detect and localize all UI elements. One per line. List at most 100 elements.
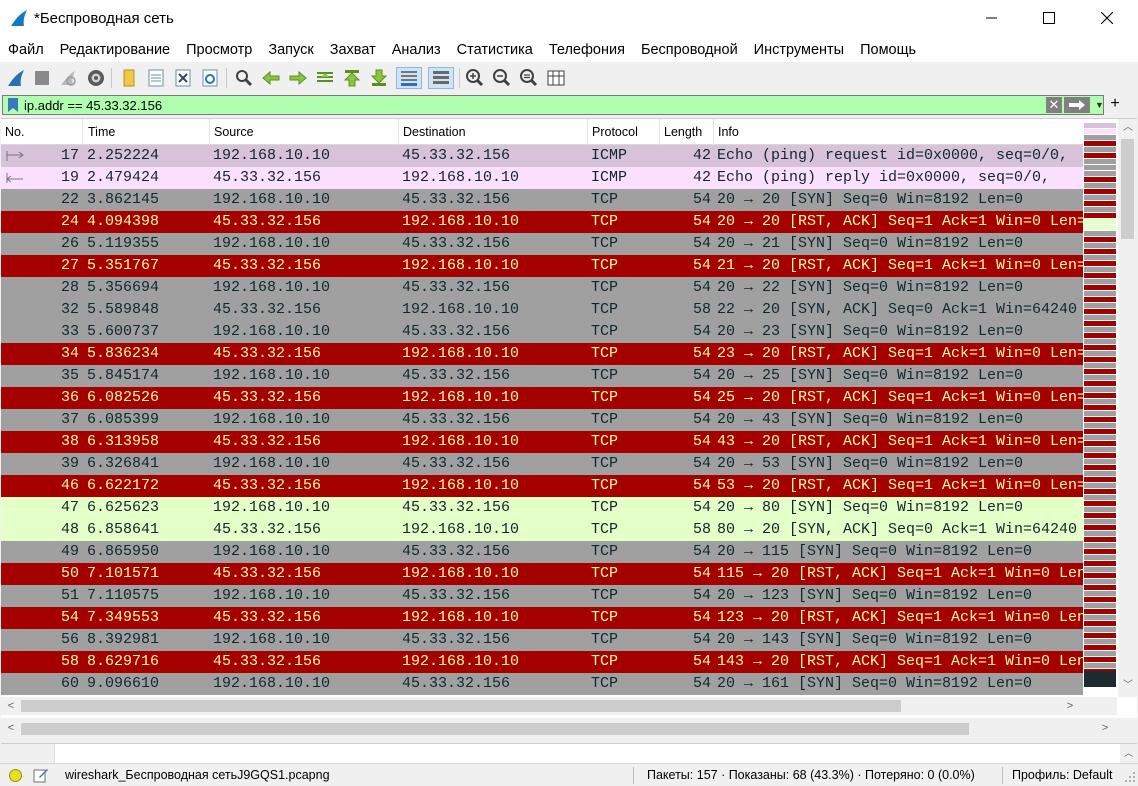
packet-bytes-pane[interactable]: ︿ [1,743,1137,763]
column-header-protocol[interactable]: Protocol [588,119,660,145]
packet-row[interactable]: 49 6.865950 192.168.10.10 45.33.32.156 TCP 54… [1,541,1083,563]
autoscroll-button[interactable] [396,67,422,89]
add-filter-button-button[interactable]: + [1108,94,1122,114]
packet-row[interactable]: 47 6.625623 192.168.10.10 45.33.32.156 TCP 54… [1,497,1083,519]
menu-statistics[interactable]: Статистика [449,38,541,62]
packet-row[interactable]: 39 6.326841 192.168.10.10 45.33.32.156 TCP 54… [1,453,1083,475]
scroll-left-icon[interactable]: < [4,699,18,713]
packet-row[interactable]: 34 5.836234 45.33.32.156 192.168.10.10 TCP 54… [1,343,1083,365]
column-header-source[interactable]: Source [210,119,399,145]
expert-info-icon[interactable] [9,769,22,782]
minimize-button[interactable] [969,0,1015,36]
menu-analyze[interactable]: Анализ [384,38,449,62]
packet-protocol: TCP [591,367,619,384]
column-header-destination[interactable]: Destination [399,119,588,145]
column-header-length[interactable]: Length [660,119,714,145]
packet-row[interactable]: 48 6.858641 45.33.32.156 192.168.10.10 TCP 58… [1,519,1083,541]
packet-row[interactable]: 32 5.589848 45.33.32.156 192.168.10.10 TCP 58… [1,299,1083,321]
packet-row[interactable]: 36 6.082526 45.33.32.156 192.168.10.10 TCP 54… [1,387,1083,409]
close-button[interactable] [1084,0,1130,36]
scroll-up-icon[interactable]: ︿ [1121,121,1135,135]
menu-help[interactable]: Помощь [852,38,924,62]
display-filter-input[interactable]: ip.addr == 45.33.32.156 ✕ ▼ [2,95,1104,115]
packet-row[interactable]: 37 6.085399 192.168.10.10 45.33.32.156 TCP 54… [1,409,1083,431]
packet-source: 45.33.32.156 [213,521,322,538]
packet-row[interactable]: 38 6.313958 45.33.32.156 192.168.10.10 TCP 54… [1,431,1083,453]
maximize-button[interactable] [1026,0,1072,36]
column-header-no[interactable]: No. [1,119,83,145]
horizontal-scroll-thumb[interactable] [21,700,901,712]
go-first-button[interactable] [341,67,363,89]
go-last-button[interactable] [368,67,390,89]
scroll-left-icon[interactable]: < [4,721,18,735]
go-forward-button[interactable] [287,67,309,89]
packet-row[interactable]: 58 8.629716 45.33.32.156 192.168.10.10 TCP 54… [1,651,1083,673]
scroll-down-icon[interactable]: ﹀ [1121,679,1135,693]
vertical-scrollbar[interactable]: ︿ ﹀ [1118,119,1137,697]
capture-options-button[interactable] [85,67,107,89]
menu-file[interactable]: Файл [0,38,52,62]
clear-filter-button[interactable]: ✕ [1046,97,1062,113]
packet-row[interactable]: 56 8.392981 192.168.10.10 45.33.32.156 TCP 54… [1,629,1083,651]
packet-time: 5.119355 [87,235,160,252]
menu-tools[interactable]: Инструменты [746,38,852,62]
menu-go[interactable]: Запуск [260,38,321,62]
filter-history-dropdown[interactable]: ▼ [1095,98,1105,112]
open-file-button[interactable] [118,67,140,89]
vertical-scroll-thumb[interactable] [1121,139,1134,239]
zoom-normal-button[interactable] [518,67,540,89]
packet-row[interactable]: 24 4.094398 45.33.32.156 192.168.10.10 TCP 54… [1,211,1083,233]
packet-row[interactable]: 26 5.119355 192.168.10.10 45.33.32.156 TCP 54… [1,233,1083,255]
restart-capture-button[interactable] [57,67,79,89]
close-file-button[interactable] [172,67,194,89]
resize-columns-button[interactable] [545,67,567,89]
stop-capture-button[interactable] [31,67,53,89]
packet-row[interactable]: 60 9.096610 192.168.10.10 45.33.32.156 TCP 54… [1,673,1083,695]
menu-wireless[interactable]: Беспроводной [633,38,746,62]
scroll-right-icon[interactable]: > [1098,721,1112,735]
packet-list[interactable]: No. Time Source Destination Protocol Len… [1,118,1137,718]
menu-capture[interactable]: Захват [322,38,384,62]
packet-row[interactable]: 51 7.110575 192.168.10.10 45.33.32.156 TCP 54… [1,585,1083,607]
menu-view[interactable]: Просмотр [178,38,260,62]
packet-row[interactable]: 19 2.479424 45.33.32.156 192.168.10.10 ICMP 4… [1,167,1083,189]
go-to-packet-button[interactable] [314,67,336,89]
colorize-button[interactable] [428,67,454,89]
scroll-up-icon[interactable]: ︿ [1120,744,1137,763]
apply-filter-button[interactable] [1064,97,1090,113]
reload-file-button[interactable] [199,67,221,89]
packet-row[interactable]: 22 3.862145 192.168.10.10 45.33.32.156 TCP 54… [1,189,1083,211]
details-scroll-thumb[interactable] [21,723,969,735]
column-header-time[interactable]: Time [84,119,210,145]
packet-details-scrollbar[interactable]: < > [1,718,1137,740]
packet-row[interactable]: 27 5.351767 45.33.32.156 192.168.10.10 TCP 54… [1,255,1083,277]
packet-row[interactable]: 17 2.252224 192.168.10.10 45.33.32.156 ICMP 4… [1,145,1083,167]
packet-row[interactable]: 46 6.622172 45.33.32.156 192.168.10.10 TCP 54… [1,475,1083,497]
packet-row[interactable]: 35 5.845174 192.168.10.10 45.33.32.156 TCP 54… [1,365,1083,387]
packet-color-map[interactable] [1084,119,1116,697]
menu-edit[interactable]: Редактирование [52,38,178,62]
horizontal-scrollbar[interactable]: < > [1,697,1117,715]
capture-comment-icon[interactable] [33,767,49,783]
find-packet-button[interactable] [233,67,255,89]
scroll-right-icon[interactable]: > [1063,699,1077,713]
display-filter-text[interactable]: ip.addr == 45.33.32.156 [24,97,162,114]
resize-grip-icon[interactable] [1124,771,1136,783]
packet-row[interactable]: 54 7.349553 45.33.32.156 192.168.10.10 TCP 54… [1,607,1083,629]
packet-number: 47 [60,499,79,516]
menu-telephony[interactable]: Телефония [541,38,633,62]
zoom-out-button[interactable] [491,67,513,89]
packet-source: 192.168.10.10 [213,235,331,252]
go-back-button[interactable] [260,67,282,89]
configuration-profile[interactable]: Профиль: Default [1012,768,1113,782]
save-file-button[interactable] [145,67,167,89]
bookmark-icon[interactable] [7,98,19,112]
packet-time: 6.085399 [87,411,160,428]
packet-info: 20 → 80 [SYN] Seq=0 Win=8192 Len=0 [717,499,1024,516]
packet-row[interactable]: 33 5.600737 192.168.10.10 45.33.32.156 TCP 54… [1,321,1083,343]
start-capture-button[interactable] [5,67,27,89]
packet-row[interactable]: 28 5.356694 192.168.10.10 45.33.32.156 TCP 54… [1,277,1083,299]
column-header-info[interactable]: Info [714,119,1083,145]
zoom-in-button[interactable] [464,67,486,89]
packet-row[interactable]: 50 7.101571 45.33.32.156 192.168.10.10 TCP 54… [1,563,1083,585]
